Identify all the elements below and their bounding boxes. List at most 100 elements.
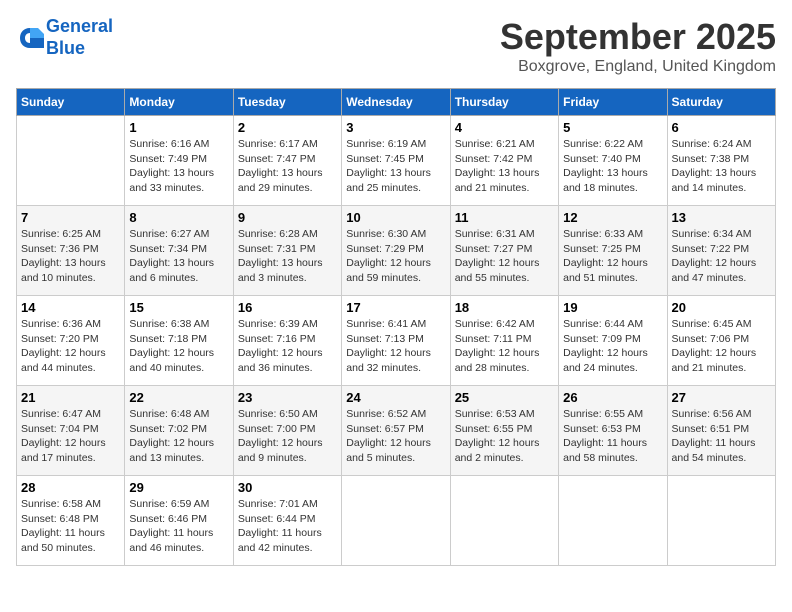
day-info: Sunrise: 6:58 AMSunset: 6:48 PMDaylight:…: [21, 497, 120, 556]
calendar-cell: 2Sunrise: 6:17 AMSunset: 7:47 PMDaylight…: [233, 116, 341, 206]
calendar-week-row: 1Sunrise: 6:16 AMSunset: 7:49 PMDaylight…: [17, 116, 776, 206]
weekday-header: Tuesday: [233, 89, 341, 116]
day-number: 14: [21, 300, 120, 315]
day-number: 25: [455, 390, 554, 405]
day-number: 27: [672, 390, 771, 405]
calendar-cell: 24 Sunrise: 6:52 AMSunset: 6:57 PMDayligh…: [342, 386, 450, 476]
calendar-cell: 9 Sunrise: 6:28 AMSunset: 7:31 PMDaylight…: [233, 206, 341, 296]
day-info: Sunrise: 6:48 AMSunset: 7:02 PMDaylight:…: [129, 407, 228, 466]
weekday-header: Friday: [559, 89, 667, 116]
calendar-table: SundayMondayTuesdayWednesdayThursdayFrid…: [16, 88, 776, 566]
calendar-cell: 13 Sunrise: 6:34 AMSunset: 7:22 PMDayligh…: [667, 206, 775, 296]
calendar-cell: 18 Sunrise: 6:42 AMSunset: 7:11 PMDayligh…: [450, 296, 558, 386]
day-number: 9: [238, 210, 337, 225]
day-info: Sunrise: 7:01 AMSunset: 6:44 PMDaylight:…: [238, 497, 337, 556]
day-info: Sunrise: 6:41 AMSunset: 7:13 PMDaylight:…: [346, 317, 445, 376]
day-info: Sunrise: 6:50 AMSunset: 7:00 PMDaylight:…: [238, 407, 337, 466]
calendar-cell: 17 Sunrise: 6:41 AMSunset: 7:13 PMDayligh…: [342, 296, 450, 386]
day-number: 19: [563, 300, 662, 315]
day-info: Sunrise: 6:30 AMSunset: 7:29 PMDaylight:…: [346, 227, 445, 286]
calendar-cell: 19Sunrise: 6:44 AMSunset: 7:09 PMDayligh…: [559, 296, 667, 386]
day-info: Sunrise: 6:59 AMSunset: 6:46 PMDaylight:…: [129, 497, 228, 556]
day-number: 15: [129, 300, 228, 315]
calendar-cell: [667, 476, 775, 566]
day-number: 23: [238, 390, 337, 405]
calendar-cell: [450, 476, 558, 566]
day-info: Sunrise: 6:36 AMSunset: 7:20 PMDaylight:…: [21, 317, 120, 376]
calendar-cell: 22 Sunrise: 6:48 AMSunset: 7:02 PMDayligh…: [125, 386, 233, 476]
day-number: 12: [563, 210, 662, 225]
day-info: Sunrise: 6:34 AMSunset: 7:22 PMDaylight:…: [672, 227, 771, 286]
calendar-cell: 11 Sunrise: 6:31 AMSunset: 7:27 PMDayligh…: [450, 206, 558, 296]
day-number: 26: [563, 390, 662, 405]
day-number: 1: [129, 120, 228, 135]
day-number: 29: [129, 480, 228, 495]
day-info: Sunrise: 6:47 AMSunset: 7:04 PMDaylight:…: [21, 407, 120, 466]
weekday-header-row: SundayMondayTuesdayWednesdayThursdayFrid…: [17, 89, 776, 116]
day-number: 17: [346, 300, 445, 315]
calendar-cell: 7Sunrise: 6:25 AMSunset: 7:36 PMDaylight…: [17, 206, 125, 296]
day-number: 11: [455, 210, 554, 225]
calendar-cell: 29 Sunrise: 6:59 AMSunset: 6:46 PMDayligh…: [125, 476, 233, 566]
day-info: Sunrise: 6:39 AMSunset: 7:16 PMDaylight:…: [238, 317, 337, 376]
day-number: 22: [129, 390, 228, 405]
day-info: Sunrise: 6:52 AMSunset: 6:57 PMDaylight:…: [346, 407, 445, 466]
weekday-header: Wednesday: [342, 89, 450, 116]
calendar-cell: 28 Sunrise: 6:58 AMSunset: 6:48 PMDayligh…: [17, 476, 125, 566]
day-number: 24: [346, 390, 445, 405]
calendar-cell: [17, 116, 125, 206]
calendar-cell: 16Sunrise: 6:39 AMSunset: 7:16 PMDayligh…: [233, 296, 341, 386]
day-info: Sunrise: 6:24 AMSunset: 7:38 PMDaylight:…: [672, 137, 771, 196]
logo: General Blue: [16, 16, 113, 59]
day-info: Sunrise: 6:31 AMSunset: 7:27 PMDaylight:…: [455, 227, 554, 286]
day-number: 4: [455, 120, 554, 135]
calendar-week-row: 14 Sunrise: 6:36 AMSunset: 7:20 PMDayligh…: [17, 296, 776, 386]
weekday-header: Monday: [125, 89, 233, 116]
calendar-cell: 1Sunrise: 6:16 AMSunset: 7:49 PMDaylight…: [125, 116, 233, 206]
calendar-cell: 6 Sunrise: 6:24 AMSunset: 7:38 PMDaylight…: [667, 116, 775, 206]
day-number: 18: [455, 300, 554, 315]
day-number: 30: [238, 480, 337, 495]
day-info: Sunrise: 6:33 AMSunset: 7:25 PMDaylight:…: [563, 227, 662, 286]
calendar-cell: 3Sunrise: 6:19 AMSunset: 7:45 PMDaylight…: [342, 116, 450, 206]
title-area: September 2025 Boxgrove, England, United…: [500, 16, 776, 76]
calendar-cell: 20 Sunrise: 6:45 AMSunset: 7:06 PMDayligh…: [667, 296, 775, 386]
day-info: Sunrise: 6:45 AMSunset: 7:06 PMDaylight:…: [672, 317, 771, 376]
logo-icon: [16, 24, 44, 52]
calendar-week-row: 7Sunrise: 6:25 AMSunset: 7:36 PMDaylight…: [17, 206, 776, 296]
location-title: Boxgrove, England, United Kingdom: [500, 58, 776, 76]
day-info: Sunrise: 6:19 AMSunset: 7:45 PMDaylight:…: [346, 137, 445, 196]
day-number: 21: [21, 390, 120, 405]
day-number: 5: [563, 120, 662, 135]
calendar-cell: 27Sunrise: 6:56 AMSunset: 6:51 PMDayligh…: [667, 386, 775, 476]
month-title: September 2025: [500, 16, 776, 58]
day-number: 8: [129, 210, 228, 225]
calendar-cell: 12 Sunrise: 6:33 AMSunset: 7:25 PMDayligh…: [559, 206, 667, 296]
day-number: 13: [672, 210, 771, 225]
weekday-header: Thursday: [450, 89, 558, 116]
calendar-cell: 4 Sunrise: 6:21 AMSunset: 7:42 PMDaylight…: [450, 116, 558, 206]
day-number: 28: [21, 480, 120, 495]
day-number: 20: [672, 300, 771, 315]
calendar-cell: 26Sunrise: 6:55 AMSunset: 6:53 PMDayligh…: [559, 386, 667, 476]
weekday-header: Sunday: [17, 89, 125, 116]
calendar-cell: [342, 476, 450, 566]
calendar-cell: 30 Sunrise: 7:01 AMSunset: 6:44 PMDayligh…: [233, 476, 341, 566]
day-info: Sunrise: 6:53 AMSunset: 6:55 PMDaylight:…: [455, 407, 554, 466]
day-info: Sunrise: 6:42 AMSunset: 7:11 PMDaylight:…: [455, 317, 554, 376]
day-number: 6: [672, 120, 771, 135]
calendar-cell: 23 Sunrise: 6:50 AMSunset: 7:00 PMDayligh…: [233, 386, 341, 476]
day-number: 7: [21, 210, 120, 225]
day-info: Sunrise: 6:38 AMSunset: 7:18 PMDaylight:…: [129, 317, 228, 376]
calendar-week-row: 21 Sunrise: 6:47 AMSunset: 7:04 PMDayligh…: [17, 386, 776, 476]
day-info: Sunrise: 6:27 AMSunset: 7:34 PMDaylight:…: [129, 227, 228, 286]
calendar-cell: 10 Sunrise: 6:30 AMSunset: 7:29 PMDayligh…: [342, 206, 450, 296]
calendar-cell: 15 Sunrise: 6:38 AMSunset: 7:18 PMDayligh…: [125, 296, 233, 386]
day-info: Sunrise: 6:21 AMSunset: 7:42 PMDaylight:…: [455, 137, 554, 196]
calendar-cell: [559, 476, 667, 566]
day-info: Sunrise: 6:22 AMSunset: 7:40 PMDaylight:…: [563, 137, 662, 196]
page-header: General Blue September 2025 Boxgrove, En…: [16, 16, 776, 76]
day-info: Sunrise: 6:17 AMSunset: 7:47 PMDaylight:…: [238, 137, 337, 196]
day-number: 10: [346, 210, 445, 225]
day-info: Sunrise: 6:28 AMSunset: 7:31 PMDaylight:…: [238, 227, 337, 286]
